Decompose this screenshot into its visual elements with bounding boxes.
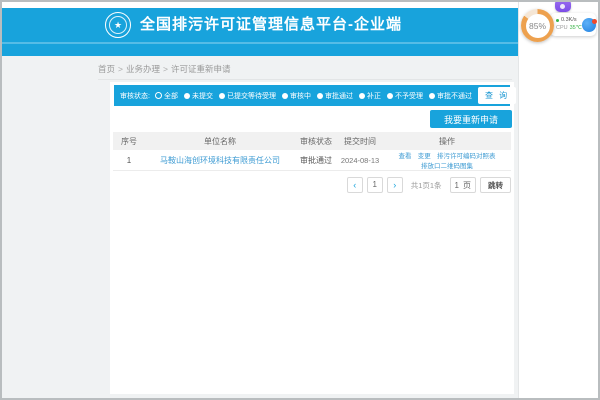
filter-option-label: 已提交等待受理 <box>227 91 276 101</box>
filter-option-label: 审批不通过 <box>437 91 472 101</box>
op-outlet-qrcode-link[interactable]: 排放口二维码图集 <box>421 163 473 170</box>
search-button[interactable]: 查 询 <box>478 87 516 104</box>
filter-option-label: 不予受理 <box>395 91 423 101</box>
national-emblem-logo-icon: ★ <box>105 12 131 38</box>
radio-icon <box>219 93 225 99</box>
pagination-summary: 共1页1条 <box>411 180 442 191</box>
jump-button[interactable]: 跳转 <box>480 177 511 193</box>
column-submit-time: 提交时间 <box>337 132 383 150</box>
company-link[interactable]: 马鞍山海创环境科技有限责任公司 <box>160 156 280 165</box>
radio-selected-icon <box>155 92 162 99</box>
site-header: ★ 全国排污许可证管理信息平台-企业端 <box>2 8 518 42</box>
filter-option-label: 审核中 <box>290 91 311 101</box>
filter-option-rejected[interactable]: 审批不通过 <box>429 91 472 101</box>
page-input-box[interactable]: 1 页 <box>450 177 476 193</box>
page-unit-label: 页 <box>463 180 471 191</box>
pagination: ‹ 1 › 共1页1条 1 页 跳转 <box>347 177 511 193</box>
radio-icon <box>387 93 393 99</box>
op-view-link[interactable]: 查看 <box>399 153 412 160</box>
page-input-value[interactable]: 1 <box>455 181 459 190</box>
filter-label: 审核状态: <box>120 91 150 101</box>
breadcrumb-current: 许可证重新申请 <box>171 64 231 74</box>
column-company: 单位名称 <box>145 132 295 150</box>
filter-bar: 审核状态: 全部 未提交 已提交等待受理 审核中 <box>114 85 510 106</box>
boost-icon[interactable] <box>582 18 596 32</box>
chevron-right-icon: › <box>393 181 396 190</box>
cell-status: 审批通过 <box>295 150 337 171</box>
net-status-dot-icon <box>556 19 559 22</box>
results-table: 序号 单位名称 审核状态 提交时间 操作 1 马鞍山海创环境科技有限责任公司 审… <box>113 132 511 171</box>
memory-usage-ring[interactable]: 85% <box>521 9 554 42</box>
notification-dot-icon <box>592 19 597 24</box>
filter-option-label: 审批通过 <box>325 91 353 101</box>
content-card: 审核状态: 全部 未提交 已提交等待受理 审核中 <box>110 82 514 394</box>
cpu-label: CPU <box>556 25 568 31</box>
breadcrumb-separator: > <box>163 64 168 74</box>
table-header-row: 序号 单位名称 审核状态 提交时间 操作 <box>113 132 511 150</box>
browser-edge <box>518 2 519 398</box>
breadcrumb-home[interactable]: 首页 <box>98 64 115 74</box>
reapply-button[interactable]: 我要重新申请 <box>430 110 512 128</box>
radio-icon <box>282 93 288 99</box>
chevron-left-icon: ‹ <box>353 181 356 190</box>
prev-page-button[interactable]: ‹ <box>347 177 363 193</box>
filter-option-label: 全部 <box>164 91 178 101</box>
system-monitor-pill[interactable]: 0.3K/s CPU35℃ <box>550 13 596 36</box>
breadcrumb-separator: > <box>118 64 123 74</box>
cpu-temp-label: 35℃ <box>570 25 582 31</box>
filter-option-approved[interactable]: 审批通过 <box>317 91 353 101</box>
filter-option-label: 补正 <box>367 91 381 101</box>
next-page-button[interactable]: › <box>387 177 403 193</box>
nav-bar <box>2 44 518 56</box>
browser-window: ★ 全国排污许可证管理信息平台-企业端 首页>业务办理>许可证重新申请 审核状态… <box>2 2 518 398</box>
breadcrumb-business[interactable]: 业务办理 <box>126 64 160 74</box>
filter-option-not-accepted[interactable]: 不予受理 <box>387 91 423 101</box>
column-index: 序号 <box>113 132 145 150</box>
filter-option-correction[interactable]: 补正 <box>359 91 381 101</box>
column-status: 审核状态 <box>295 132 337 150</box>
breadcrumb: 首页>业务办理>许可证重新申请 <box>98 63 230 75</box>
filter-option-unsubmitted[interactable]: 未提交 <box>184 91 213 101</box>
radio-icon <box>184 93 190 99</box>
filter-option-label: 未提交 <box>192 91 213 101</box>
ai-assistant-icon[interactable] <box>555 0 571 12</box>
op-permit-code-table-link[interactable]: 排污许可编码对照表 <box>437 153 496 160</box>
table-row: 1 马鞍山海创环境科技有限责任公司 审批通过 2024-08-13 查看 变更 … <box>113 150 511 171</box>
op-change-link[interactable]: 变更 <box>418 153 431 160</box>
breadcrumb-divider <box>98 79 512 80</box>
radio-icon <box>317 93 323 99</box>
filter-option-submitted-waiting[interactable]: 已提交等待受理 <box>219 91 276 101</box>
column-operations: 操作 <box>383 132 511 150</box>
screenshot-root: ★ 全国排污许可证管理信息平台-企业端 首页>业务办理>许可证重新申请 审核状态… <box>0 0 600 400</box>
page-1-button[interactable]: 1 <box>367 177 383 193</box>
site-title: 全国排污许可证管理信息平台-企业端 <box>140 8 402 42</box>
radio-icon <box>429 93 435 99</box>
filter-option-all[interactable]: 全部 <box>155 91 178 101</box>
cell-index: 1 <box>113 150 145 171</box>
cell-submit-time: 2024-08-13 <box>337 150 383 171</box>
radio-icon <box>359 93 365 99</box>
filter-option-in-review[interactable]: 审核中 <box>282 91 311 101</box>
net-speed-label: 0.3K/s <box>561 17 577 24</box>
memory-percent-label: 85% <box>526 14 550 38</box>
cell-operations: 查看 变更 排污许可编码对照表 排放口二维码图集 <box>383 150 511 171</box>
